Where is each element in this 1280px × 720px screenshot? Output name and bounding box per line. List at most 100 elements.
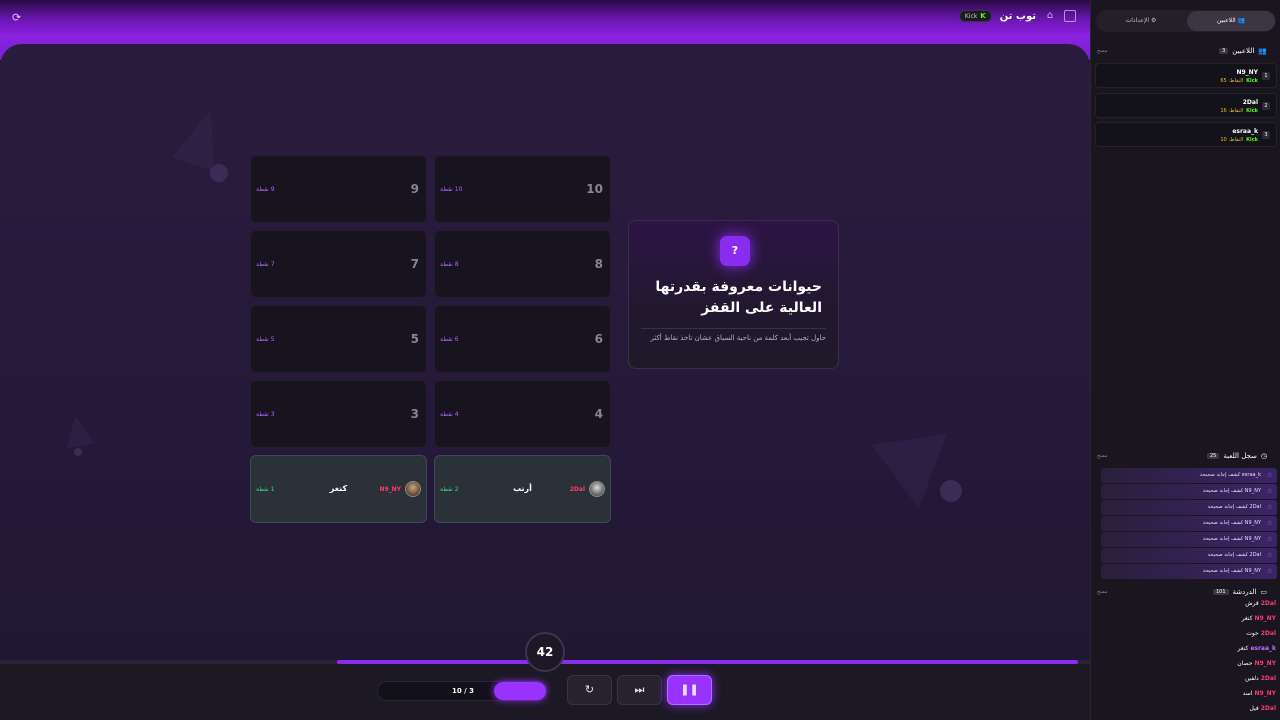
refresh-icon[interactable]: ⟳: [12, 12, 24, 24]
player-name: N9_NY: [1236, 69, 1258, 76]
round-progress-pill: [494, 682, 546, 700]
decor-dot: [74, 448, 82, 456]
answer-slot-4[interactable]: 4 4 نقطة: [434, 380, 611, 448]
log-item: ☆ N9_NY كشف إجابة صحيحة: [1101, 564, 1277, 579]
question-title: حيوانات معروفة بقدرتها العالية على القفز: [655, 279, 822, 316]
slot-points: 7 نقطة: [256, 261, 275, 268]
slot-points: 8 نقطة: [440, 261, 459, 268]
player-score: Kick النقاط: 16: [1220, 108, 1258, 114]
kick-icon: Kick: [1246, 78, 1258, 84]
answer-slot-8[interactable]: 8 8 نقطة: [434, 230, 611, 298]
restart-button[interactable]: ↻: [567, 675, 612, 705]
window-icon[interactable]: [1064, 10, 1076, 22]
sliders-icon: ⚙: [1149, 17, 1157, 24]
clear-players-button[interactable]: مسح: [1097, 48, 1107, 54]
player-rank: 3: [1262, 131, 1270, 139]
slot-number: 6: [594, 332, 603, 346]
tab-players-label: اللاعبين: [1216, 17, 1236, 24]
player-score: Kick النقاط: 65: [1220, 78, 1258, 84]
clear-chat-button[interactable]: مسح: [1097, 589, 1107, 595]
chat-message: 2Dal دلفين: [1245, 671, 1276, 685]
chat-text: كنغر: [1237, 644, 1249, 652]
slot-points: 3 نقطة: [256, 411, 275, 418]
star-icon: ☆: [1266, 487, 1273, 495]
countdown-timer: 42: [525, 632, 565, 672]
kick-icon: Kick: [1246, 137, 1258, 143]
log-text: 2Dal كشف إجابة صحيحة: [1207, 552, 1261, 558]
answer-slot-2[interactable]: 2Dal أرنب 2 نقطة: [434, 455, 611, 523]
log-title: سجل اللعبة: [1223, 452, 1257, 460]
answer-slot-10[interactable]: 10 10 نقطة: [434, 155, 611, 223]
log-item: ☆ N9_NY كشف إجابة صحيحة: [1101, 532, 1277, 547]
log-item: ☆ N9_NY كشف إجابة صحيحة: [1101, 484, 1277, 499]
question-mark-icon: ?: [720, 236, 750, 266]
player-score-value: النقاط: 10: [1220, 137, 1244, 143]
clock-icon: ◷: [1260, 452, 1267, 460]
progress-fill: [337, 660, 1078, 664]
log-header: ◷ سجل اللعبة 25 مسح: [1091, 450, 1280, 464]
tab-settings[interactable]: ⚙ الإعدادات: [1097, 11, 1185, 31]
player-row[interactable]: 1 N9_NY Kick النقاط: 65: [1095, 63, 1277, 88]
slot-number: 9: [410, 182, 419, 196]
player-row[interactable]: 2 2Dal Kick النقاط: 16: [1095, 93, 1277, 118]
decor-dot: [940, 480, 962, 502]
slot-points: 6 نقطة: [440, 336, 459, 343]
players-count: 3: [1219, 48, 1229, 54]
player-score-value: النقاط: 16: [1220, 108, 1244, 114]
log-text: N9_NY كشف إجابة صحيحة: [1203, 536, 1261, 542]
divider: [641, 328, 826, 329]
chat-text: حوت: [1246, 629, 1259, 637]
chat-message: 2Dal قرش: [1245, 596, 1276, 610]
chat-user: 2Dal: [1260, 629, 1276, 637]
users-icon: 👥: [1258, 47, 1267, 55]
star-icon: ☆: [1266, 519, 1273, 527]
chat-text: كنغر: [1241, 614, 1253, 622]
clear-log-button[interactable]: مسح: [1097, 453, 1107, 459]
chat-message: N9_NY حصان: [1237, 656, 1276, 670]
answer-slot-9[interactable]: 9 9 نقطة: [250, 155, 427, 223]
users-icon: 👥: [1235, 17, 1246, 24]
round-indicator: 10 / 3: [377, 681, 547, 701]
tab-players[interactable]: 👥 اللاعبين: [1187, 11, 1275, 31]
question-hint: حاول تجيب أبعد كلمة من ناحية السباق عشان…: [650, 334, 827, 342]
player-name: esraa_k: [1232, 128, 1258, 135]
chat-user: 2Dal: [1260, 674, 1276, 682]
answer-slot-6[interactable]: 6 6 نقطة: [434, 305, 611, 373]
slot-number: 7: [410, 257, 419, 271]
answer-word: أرنب: [513, 484, 532, 493]
star-icon: ☆: [1266, 471, 1273, 479]
chat-message: 2Dal حوت: [1246, 626, 1276, 640]
question-card: ? حيوانات معروفة بقدرتها العالية على الق…: [628, 220, 839, 369]
player-row[interactable]: 3 esraa_k Kick النقاط: 10: [1095, 122, 1277, 147]
slot-number: 3: [410, 407, 419, 421]
answer-slot-5[interactable]: 5 5 نقطة: [250, 305, 427, 373]
decor-triangle: [172, 102, 232, 172]
pause-button[interactable]: ❚❚: [667, 675, 712, 705]
kick-badge: K Kick: [958, 10, 992, 22]
chat-user: esraa_k: [1250, 644, 1276, 652]
log-item: ☆ N9_NY كشف إجابة صحيحة: [1101, 516, 1277, 531]
skip-button[interactable]: ⏭: [617, 675, 662, 705]
slot-number: 8: [594, 257, 603, 271]
log-text: N9_NY كشف إجابة صحيحة: [1203, 568, 1261, 574]
round-text: 10 / 3: [452, 687, 475, 695]
players-title: اللاعبين: [1232, 47, 1255, 55]
player-score: Kick النقاط: 10: [1220, 137, 1258, 143]
players-header: 👥 اللاعبين 3 مسح: [1091, 45, 1280, 59]
log-text: N9_NY كشف إجابة صحيحة: [1203, 488, 1261, 494]
chat-message: N9_NY اسد: [1243, 686, 1276, 700]
answer-slot-3[interactable]: 3 3 نقطة: [250, 380, 427, 448]
chat-user: N9_NY: [1254, 614, 1276, 622]
home-icon[interactable]: ⌂: [1044, 10, 1056, 22]
chat-user: 2Dal: [1260, 599, 1276, 607]
answer-slot-7[interactable]: 7 7 نقطة: [250, 230, 427, 298]
log-item: ☆ 2Dal كشف إجابة صحيحة: [1101, 548, 1277, 563]
log-item: ☆ esraa_k كشف إجابة صحيحة: [1101, 468, 1277, 483]
answer-slot-1[interactable]: N9_NY كنغر 1 نقطة: [250, 455, 427, 523]
chat-text: حصان: [1237, 659, 1253, 667]
slot-number: 10: [586, 182, 603, 196]
star-icon: ☆: [1266, 567, 1273, 575]
chat-user: N9_NY: [1254, 689, 1276, 697]
kick-icon: K: [980, 12, 986, 20]
chat-count: 101: [1212, 589, 1229, 595]
